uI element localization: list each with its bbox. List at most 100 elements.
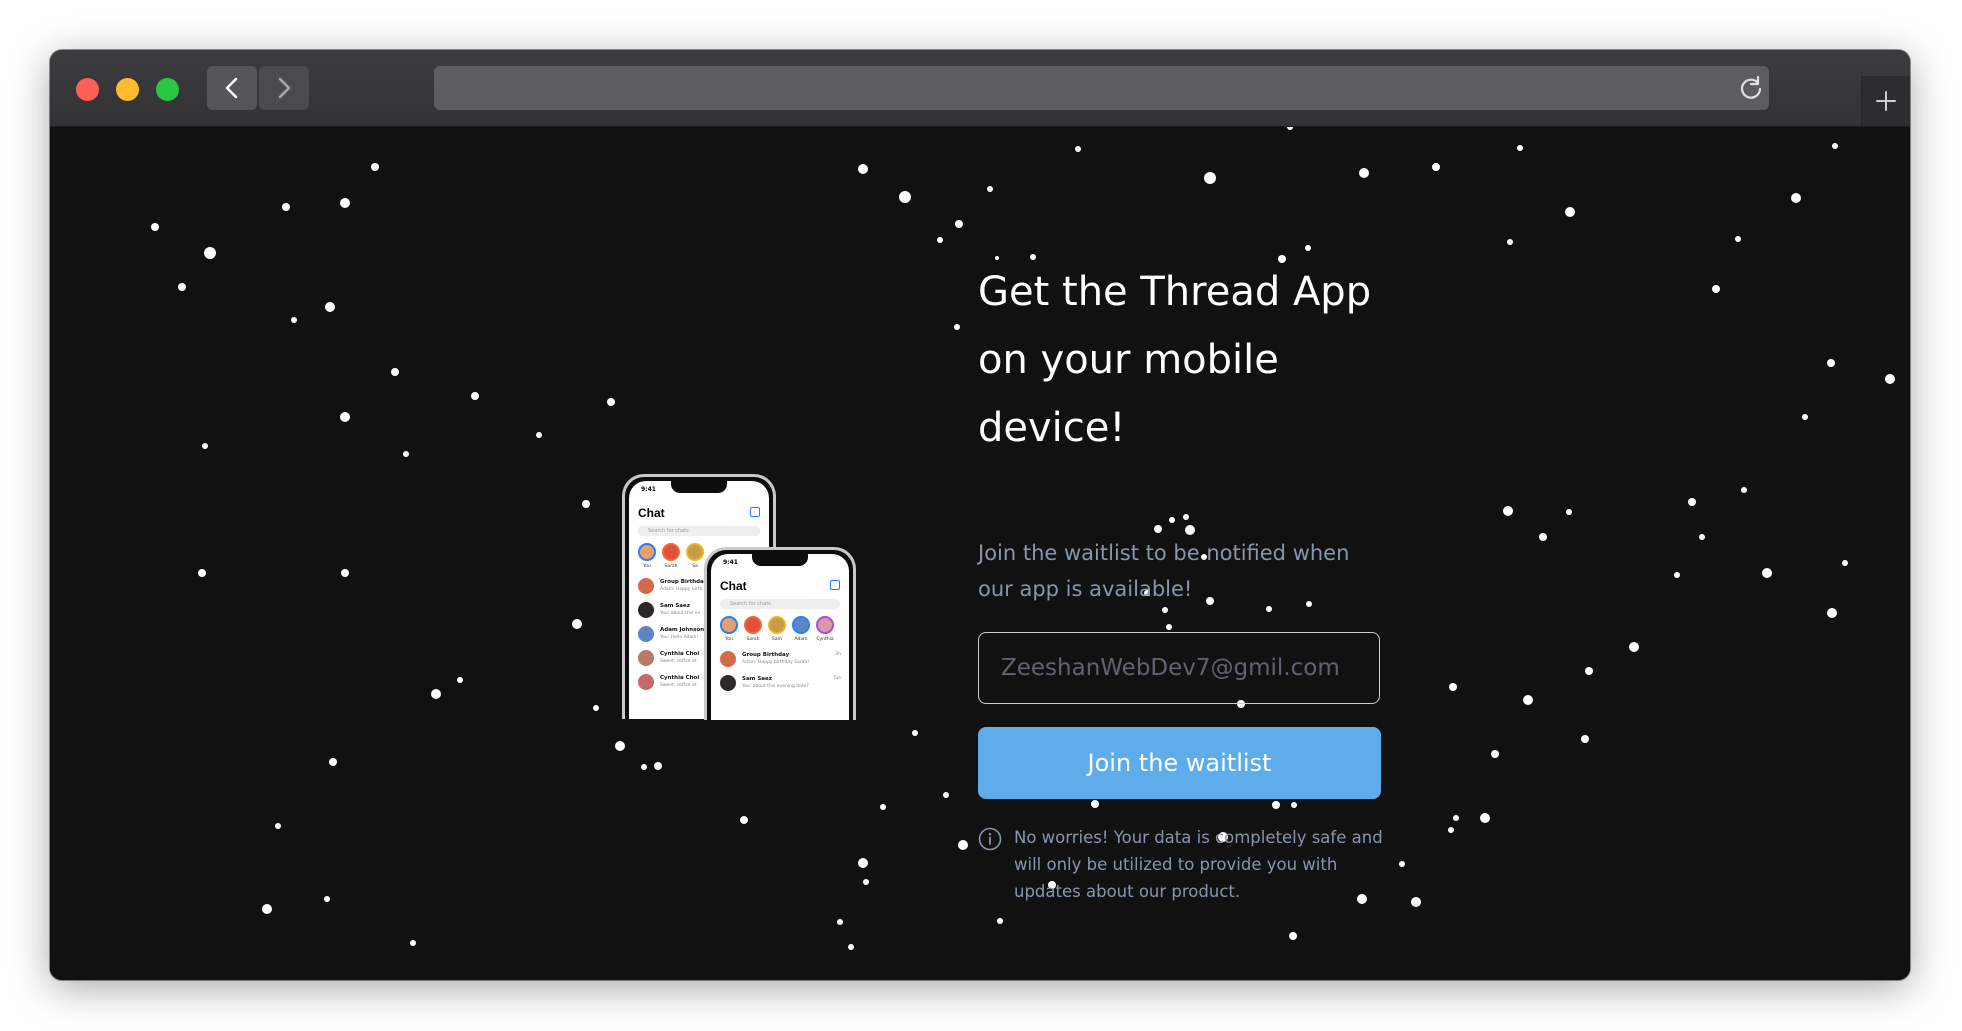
star-dot [1699, 534, 1705, 540]
forward-button[interactable] [259, 66, 309, 110]
story-label: Adam [794, 637, 808, 642]
phone-screen: 9:41 Chat Search for chats You Sarah Sam… [711, 554, 849, 720]
new-tab-button[interactable] [1861, 76, 1910, 126]
star-dot [403, 451, 409, 457]
waitlist-subtext: Join the waitlist to be notified when ou… [978, 541, 1350, 601]
story-label: You [643, 564, 651, 569]
plus-icon [1876, 91, 1896, 111]
star-dot [1712, 285, 1720, 293]
story-avatar [792, 616, 810, 634]
star-dot [1735, 236, 1741, 242]
star-dot [457, 677, 463, 683]
star-dot [1832, 143, 1838, 149]
chat-avatar [638, 602, 654, 618]
star-dot [178, 283, 186, 291]
star-dot [1523, 695, 1533, 705]
chat-avatar [638, 650, 654, 666]
story-label: Sarah [664, 564, 678, 569]
page-content: 9:41 Chat Search for chats You Sarah Sa [50, 127, 1910, 980]
star-dot [1091, 800, 1099, 808]
star-dot [1827, 608, 1837, 618]
star-dot [1539, 533, 1547, 541]
phone-search: Search for chats [638, 526, 760, 536]
phone-chat-title: Chat [720, 579, 747, 593]
reload-icon[interactable] [1738, 75, 1764, 101]
story-avatar [720, 616, 738, 634]
star-dot [1399, 861, 1405, 867]
star-dot [1791, 193, 1801, 203]
chevron-right-icon [278, 77, 291, 99]
star-dot [340, 412, 350, 422]
star-dot [291, 317, 297, 323]
star-dot [954, 324, 960, 330]
star-dot [858, 164, 868, 174]
star-dot [275, 823, 281, 829]
chat-avatar [638, 626, 654, 642]
maximize-window-button[interactable] [156, 78, 179, 101]
chat-message: Adam: Happy birthday Sarah! [742, 660, 810, 665]
page-title: Get the Thread App on your mobile device… [978, 269, 1372, 451]
star-dot [740, 816, 748, 824]
star-dot [1565, 207, 1575, 217]
star-dot [1183, 514, 1189, 520]
story-avatar [744, 616, 762, 634]
star-dot [1674, 572, 1680, 578]
star-dot [1741, 487, 1747, 493]
phone-front: 9:41 Chat Search for chats You Sarah Sam… [704, 547, 856, 720]
chat-time: Tue [833, 676, 841, 681]
chat-row: Sam Saez You: about this evening date? T… [720, 674, 843, 696]
chat-avatar [638, 578, 654, 594]
star-dot [1480, 813, 1490, 823]
phone-search: Search for chats [720, 599, 840, 609]
star-dot [1581, 735, 1589, 743]
email-input[interactable] [978, 632, 1380, 704]
star-dot [324, 896, 330, 902]
phone-mockup-illustration: 9:41 Chat Search for chats You Sarah Sa [622, 474, 857, 720]
browser-toolbar [50, 50, 1910, 127]
star-dot [1762, 568, 1772, 578]
star-dot [1305, 245, 1311, 251]
chat-message: Sweet, coffee at [660, 659, 697, 664]
star-dot [329, 758, 337, 766]
star-dot [1272, 801, 1280, 809]
story-label: Cynthia [816, 637, 834, 642]
star-dot [848, 944, 854, 950]
star-dot [1503, 506, 1513, 516]
star-dot [1453, 815, 1459, 821]
chat-name: Sam Saez [742, 676, 772, 682]
star-dot [1075, 146, 1081, 152]
chat-avatar [720, 675, 736, 691]
back-button[interactable] [207, 66, 257, 110]
star-dot [325, 302, 335, 312]
chat-name: Adam Johnson [660, 627, 705, 633]
minimize-window-button[interactable] [116, 78, 139, 101]
story-label: Sam [772, 637, 782, 642]
star-dot [1154, 525, 1162, 533]
star-dot [958, 840, 968, 850]
star-dot [654, 762, 662, 770]
close-window-button[interactable] [76, 78, 99, 101]
address-bar[interactable] [434, 66, 1769, 110]
star-dot [1517, 145, 1523, 151]
star-dot [863, 879, 869, 885]
chat-name: Group Birthday [660, 579, 708, 585]
chat-time: 3h [835, 652, 841, 657]
privacy-disclaimer: No worries! Your data is completely safe… [1014, 828, 1383, 901]
star-dot [1885, 374, 1895, 384]
star-dot [202, 443, 208, 449]
star-dot [943, 792, 949, 798]
star-dot [391, 368, 399, 376]
chat-message: You: Hello Adam! [660, 635, 699, 640]
join-waitlist-button[interactable]: Join the waitlist [978, 727, 1381, 799]
star-dot [1585, 667, 1593, 675]
star-dot [1629, 642, 1639, 652]
star-dot [899, 191, 911, 203]
star-dot [607, 398, 615, 406]
star-dot [1449, 683, 1457, 691]
star-dot [641, 764, 647, 770]
phone-stories: You Sarah Sam Adam Cynthia [720, 616, 849, 644]
star-dot [615, 741, 625, 751]
star-dot [1287, 127, 1293, 130]
compose-icon [830, 580, 840, 590]
compose-icon [750, 507, 760, 517]
